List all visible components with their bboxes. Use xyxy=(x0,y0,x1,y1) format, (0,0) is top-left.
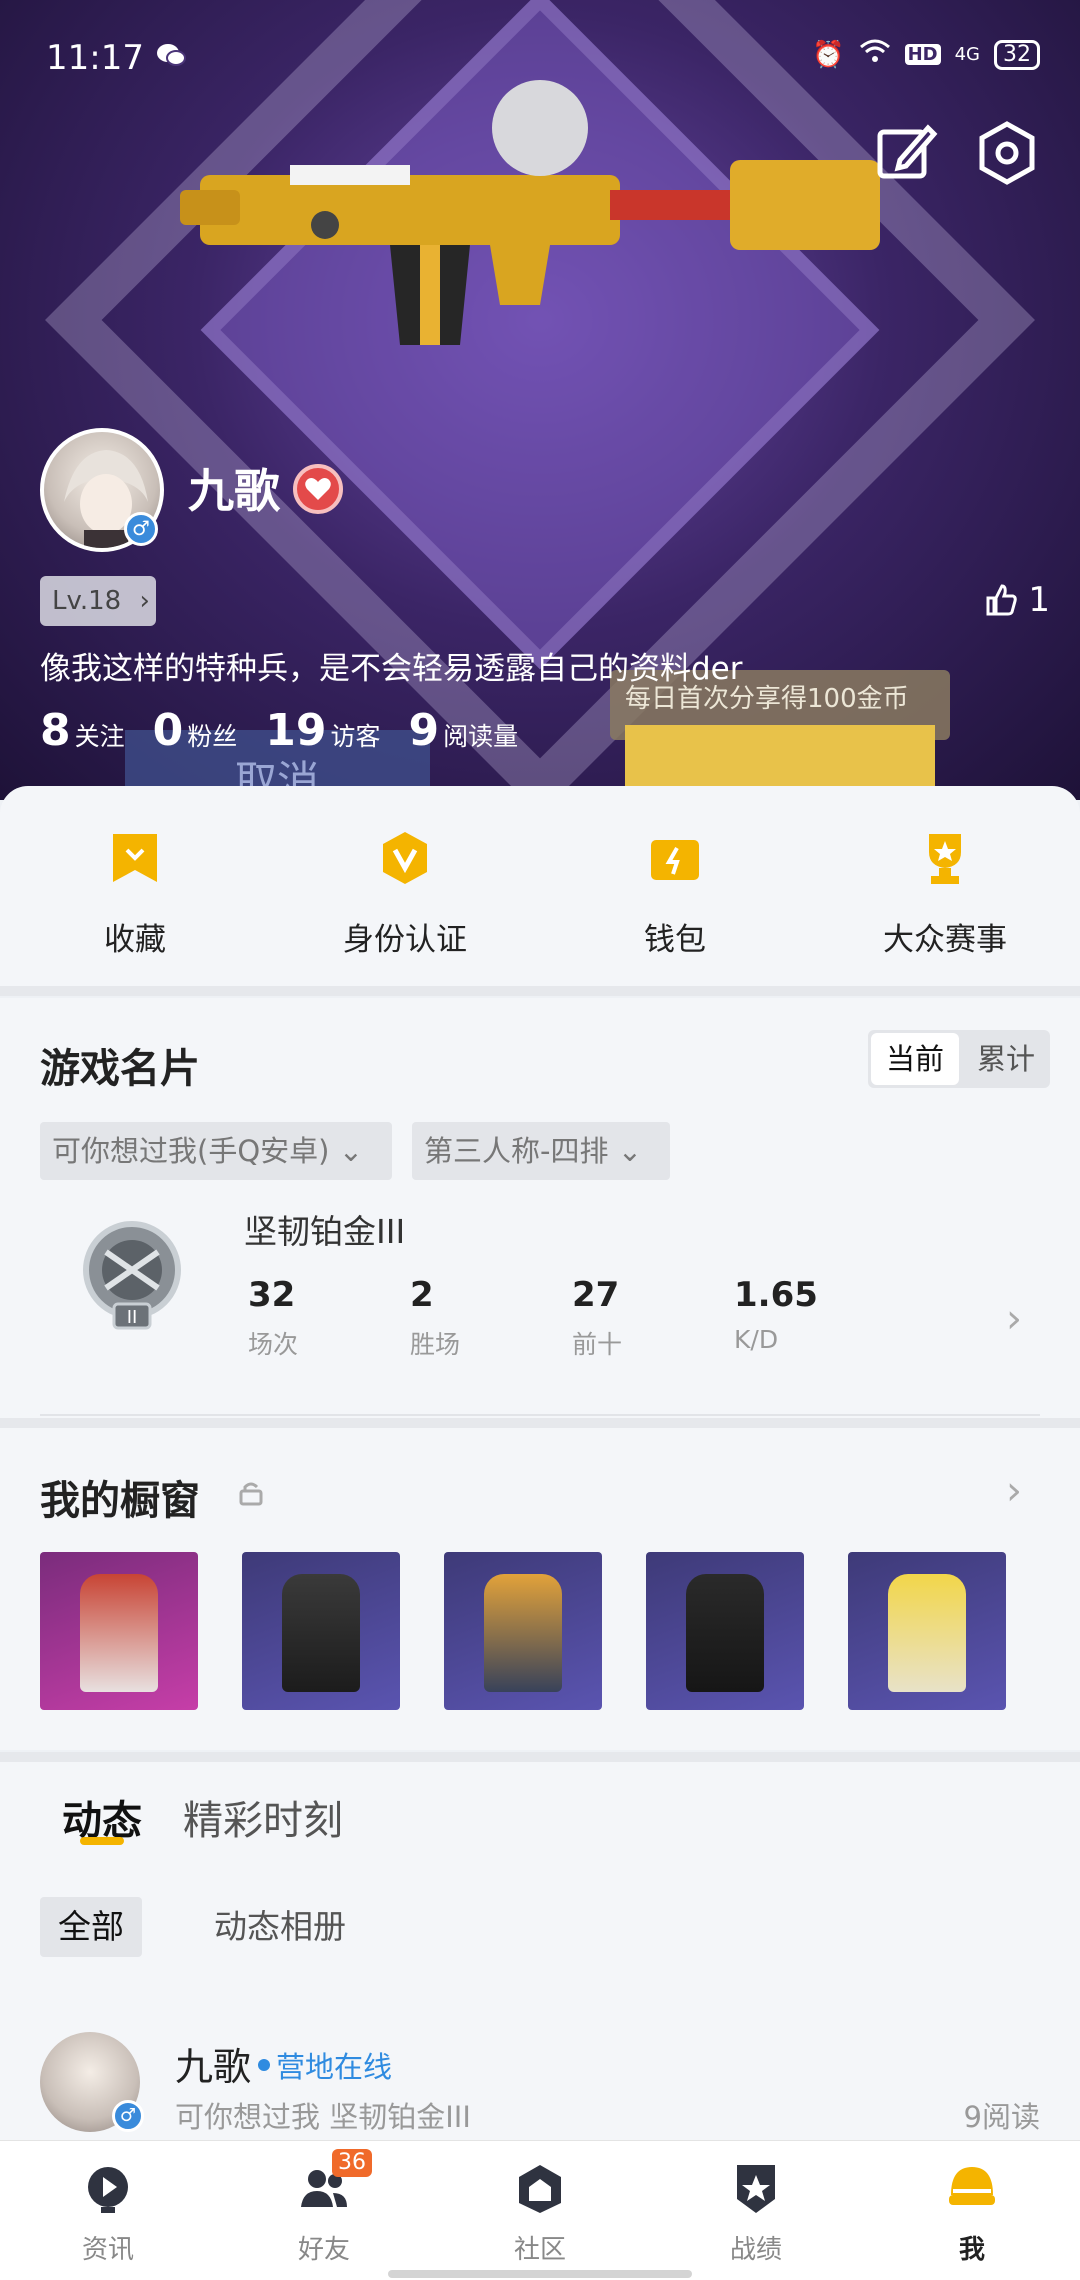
svg-text:II: II xyxy=(127,1307,138,1328)
stat-top10: 27 前十 xyxy=(572,1275,623,1359)
rank-name: 坚韧铂金III xyxy=(244,1212,406,1251)
level-badge[interactable]: Lv.18 › xyxy=(40,576,156,626)
post-author-name[interactable]: 九歌 xyxy=(175,2036,251,2091)
wechat-icon xyxy=(156,42,186,68)
alarm-icon: ⏰ xyxy=(812,39,845,70)
rank-platinum-badge-icon: II xyxy=(83,1221,181,1330)
heart-badge-icon[interactable] xyxy=(293,464,343,514)
battery-icon: 32 xyxy=(994,39,1040,70)
like-button[interactable]: 1 xyxy=(984,580,1050,620)
wallet-icon xyxy=(651,840,699,880)
online-dot-icon xyxy=(258,2059,270,2071)
stat-visitors[interactable]: 19 访客 xyxy=(265,705,380,756)
profile-stats: 8 关注 0 粉丝 19 访客 9 阅读量 xyxy=(40,705,518,756)
stat-wins: 2 胜场 xyxy=(410,1275,461,1359)
toggle-current[interactable]: 当前 xyxy=(871,1033,959,1085)
quick-item-verification[interactable]: 身份认证 xyxy=(270,820,540,959)
chevron-down-icon: ⌄ xyxy=(338,1134,363,1168)
stat-following[interactable]: 8 关注 xyxy=(40,705,125,756)
stat-matches: 32 场次 xyxy=(248,1275,299,1359)
profile-bio: 像我这样的特种兵，是不会轻易透露自己的资料der xyxy=(40,651,743,687)
bottom-tab-bar: 资讯 36 好友 社区 战绩 我 xyxy=(0,2140,1080,2280)
showcase-item-outfit-4[interactable] xyxy=(646,1552,804,1710)
stat-reads[interactable]: 9 阅读量 xyxy=(409,705,519,756)
post-subtitle: 可你想过我 坚韧铂金III xyxy=(175,2100,471,2134)
tabbar-item-me[interactable]: 我 xyxy=(864,2141,1080,2280)
username: 九歌 xyxy=(188,464,280,518)
wifi-icon xyxy=(859,38,891,71)
chevron-right-icon[interactable]: › xyxy=(1006,1296,1022,1342)
tabbar-item-news[interactable]: 资讯 xyxy=(0,2141,216,2280)
home-indicator[interactable] xyxy=(388,2270,692,2278)
feed-section xyxy=(0,1762,1080,2142)
network-label: 4G xyxy=(954,44,980,65)
filter-all[interactable]: 全部 xyxy=(40,1897,142,1957)
lock-icon[interactable] xyxy=(238,1480,264,1510)
quick-item-wallet[interactable]: 钱包 xyxy=(540,820,810,959)
filter-album[interactable]: 动态相册 xyxy=(196,1897,364,1957)
tabbar-item-records[interactable]: 战绩 xyxy=(648,2141,864,2280)
hd-icon: HD xyxy=(904,44,941,65)
level-text: Lv.18 xyxy=(52,586,122,616)
showcase-item-outfit-3[interactable] xyxy=(444,1552,602,1710)
stats-range-toggle: 当前 累计 xyxy=(868,1030,1050,1088)
friends-count-badge: 36 xyxy=(332,2149,372,2177)
trophy-icon xyxy=(929,834,961,884)
online-status: 营地在线 xyxy=(258,2044,392,2086)
tabbar-item-community[interactable]: 社区 xyxy=(432,2141,648,2280)
gender-male-icon: ♂ xyxy=(124,512,158,546)
stat-kd: 1.65 K/D xyxy=(734,1275,818,1354)
thumbs-up-icon xyxy=(986,584,1018,616)
chevron-right-icon[interactable]: › xyxy=(1006,1468,1022,1514)
banner-placeholder-circle xyxy=(492,80,588,176)
server-dropdown[interactable]: 可你想过我(手Q安卓) ⌄ xyxy=(40,1122,392,1180)
showcase-item-outfit-5[interactable] xyxy=(848,1552,1006,1710)
showcase-item-outfit-2[interactable] xyxy=(242,1552,400,1710)
chevron-down-icon: ⌄ xyxy=(617,1134,642,1168)
game-card-title: 游戏名片 xyxy=(40,1046,200,1092)
showcase-title: 我的橱窗 xyxy=(40,1478,200,1524)
community-icon xyxy=(519,2165,561,2213)
stat-fans[interactable]: 0 粉丝 xyxy=(153,705,238,756)
toggle-total[interactable]: 累计 xyxy=(962,1030,1050,1088)
gender-male-icon: ♂ xyxy=(112,2100,144,2132)
mode-dropdown[interactable]: 第三人称-四排 ⌄ xyxy=(412,1122,670,1180)
chevron-right-icon: › xyxy=(139,586,150,616)
me-icon xyxy=(949,2167,995,2205)
clock: 11:17 xyxy=(46,38,144,78)
edit-icon[interactable] xyxy=(870,118,940,188)
showcase-item-outfit-1[interactable] xyxy=(40,1552,198,1710)
quick-actions: 收藏 身份认证 钱包 大众赛事 xyxy=(0,820,1080,959)
verified-badge-icon xyxy=(383,832,427,884)
post-read-count: 9阅读 xyxy=(963,2100,1040,2134)
quick-item-events[interactable]: 大众赛事 xyxy=(810,820,1080,959)
tab-active-indicator xyxy=(80,1837,124,1845)
tabbar-item-friends[interactable]: 36 好友 xyxy=(216,2141,432,2280)
record-icon xyxy=(737,2165,775,2213)
tab-highlights[interactable]: 精彩时刻 xyxy=(183,1788,343,1846)
like-count: 1 xyxy=(1028,580,1050,620)
settings-icon[interactable] xyxy=(972,118,1042,188)
quick-item-favorites[interactable]: 收藏 xyxy=(0,820,270,959)
news-icon xyxy=(88,2167,128,2213)
bookmark-icon xyxy=(113,834,157,882)
